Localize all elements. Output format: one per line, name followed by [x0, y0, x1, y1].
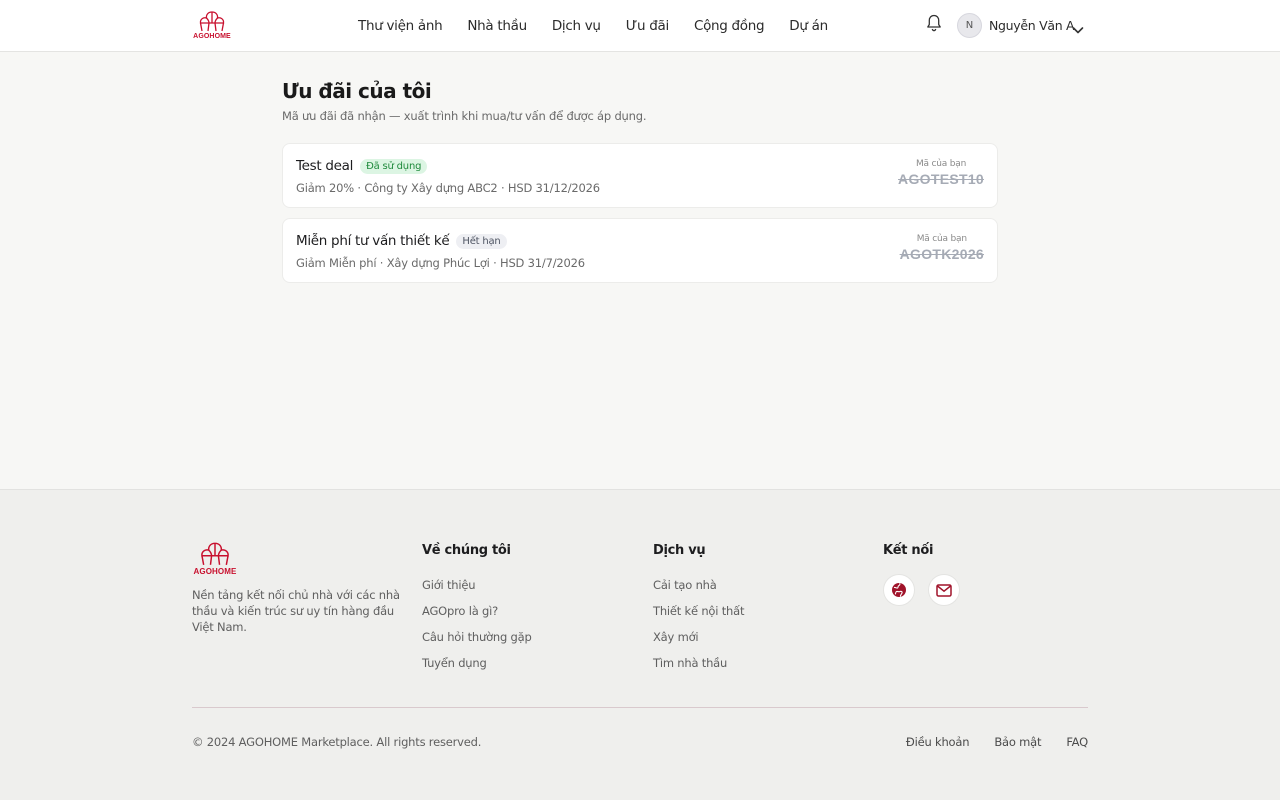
- nav-item-uu-dai[interactable]: Ưu đãi: [626, 18, 670, 34]
- mail-icon[interactable]: [928, 574, 960, 606]
- agohome-logo[interactable]: AGOHOME: [192, 10, 232, 40]
- legal-links: Điều khoản Bảo mật FAQ: [906, 735, 1088, 749]
- footer-logo-text: AGOHOME: [193, 567, 237, 576]
- main-content: Ưu đãi của tôi Mã ưu đãi đã nhận — xuất …: [0, 52, 1280, 489]
- footer-about-heading: Về chúng tôi: [422, 543, 511, 558]
- nav-item-dich-vu[interactable]: Dịch vụ: [552, 18, 601, 34]
- bell-icon[interactable]: [926, 14, 942, 32]
- globe-icon[interactable]: [883, 574, 915, 606]
- footer-description: Nền tảng kết nối chủ nhà với các nhà thầ…: [192, 588, 400, 634]
- deal-meta: Giảm 20% · Công ty Xây dựng ABC2 · HSD 3…: [296, 181, 600, 195]
- deal-code: AGOTK2026: [899, 246, 984, 262]
- deal-meta: Giảm Miễn phí · Xây dựng Phúc Lợi · HSD …: [296, 256, 585, 270]
- footer-services-column: Dịch vụ Cải tạo nhà Thiết kế nội thất Xâ…: [653, 543, 744, 681]
- page-title: Ưu đãi của tôi: [282, 79, 432, 103]
- deal-card[interactable]: Miễn phí tư vấn thiết kế Hết hạn Giảm Mi…: [282, 218, 998, 283]
- deal-title: Miễn phí tư vấn thiết kế: [296, 233, 450, 249]
- copyright-text: © 2024 AGOHOME Marketplace. All rights r…: [192, 735, 482, 749]
- footer-link-thiet-ke-noi-that[interactable]: Thiết kế nội thất: [653, 603, 744, 619]
- social-links: [883, 574, 960, 606]
- site-footer: AGOHOME Nền tảng kết nối chủ nhà với các…: [0, 489, 1280, 800]
- footer-connect-heading: Kết nối: [883, 543, 934, 558]
- footer-link-tim-nha-thau[interactable]: Tìm nhà thầu: [653, 655, 744, 671]
- footer-link-bao-mat[interactable]: Bảo mật: [994, 735, 1041, 749]
- footer-services-heading: Dịch vụ: [653, 543, 706, 558]
- deal-title: Test deal: [296, 158, 354, 174]
- my-deals-section: Ưu đãi của tôi Mã ưu đãi đã nhận — xuất …: [282, 79, 998, 293]
- status-badge: Đã sử dụng: [360, 158, 428, 174]
- deal-code: AGOTEST10: [898, 171, 984, 187]
- footer-link-legal-faq[interactable]: FAQ: [1066, 735, 1088, 749]
- footer-logo[interactable]: AGOHOME: [192, 541, 238, 576]
- footer-about-column: Về chúng tôi Giới thiệu AGOpro là gì? Câ…: [422, 543, 532, 681]
- footer-link-cai-tao-nha[interactable]: Cải tạo nhà: [653, 577, 744, 593]
- footer-link-tuyen-dung[interactable]: Tuyển dụng: [422, 655, 532, 671]
- agohome-logo-icon: [199, 11, 225, 32]
- main-nav: Thư viện ảnh Nhà thầu Dịch vụ Ưu đãi Cộn…: [358, 0, 828, 52]
- deal-code-box: Mã của bạn AGOTEST10: [898, 159, 984, 187]
- footer-link-dieu-khoan[interactable]: Điều khoản: [906, 735, 970, 749]
- footer-link-gioi-thieu[interactable]: Giới thiệu: [422, 577, 532, 593]
- nav-item-cong-dong[interactable]: Cộng đồng: [694, 18, 765, 34]
- footer-divider: [192, 707, 1088, 708]
- deal-card[interactable]: Test deal Đã sử dụng Giảm 20% · Công ty …: [282, 143, 998, 208]
- deal-code-label: Mã của bạn: [916, 234, 967, 244]
- status-badge: Hết hạn: [456, 233, 507, 249]
- top-navigation-bar: AGOHOME Thư viện ảnh Nhà thầu Dịch vụ Ưu…: [0, 0, 1280, 52]
- footer-link-xay-moi[interactable]: Xây mới: [653, 629, 744, 645]
- deal-code-label: Mã của bạn: [915, 159, 967, 169]
- footer-link-faq[interactable]: Câu hỏi thường gặp: [422, 629, 532, 645]
- footer-link-agopro[interactable]: AGOpro là gì?: [422, 603, 532, 619]
- deal-code-box: Mã của bạn AGOTK2026: [900, 234, 984, 262]
- user-name[interactable]: Nguyễn Văn A: [989, 18, 1075, 33]
- chevron-down-icon[interactable]: [1072, 20, 1084, 34]
- page-subtitle: Mã ưu đãi đã nhận — xuất trình khi mua/t…: [282, 109, 647, 123]
- deal-list: Test deal Đã sử dụng Giảm 20% · Công ty …: [282, 143, 998, 283]
- logo-text: AGOHOME: [193, 33, 231, 40]
- nav-item-du-an[interactable]: Dự án: [789, 18, 828, 34]
- avatar[interactable]: N: [957, 13, 982, 38]
- nav-item-thu-vien-anh[interactable]: Thư viện ảnh: [358, 18, 443, 34]
- footer-connect-column: Kết nối: [883, 543, 960, 606]
- agohome-logo-icon: [201, 542, 229, 565]
- nav-item-nha-thau[interactable]: Nhà thầu: [467, 18, 527, 34]
